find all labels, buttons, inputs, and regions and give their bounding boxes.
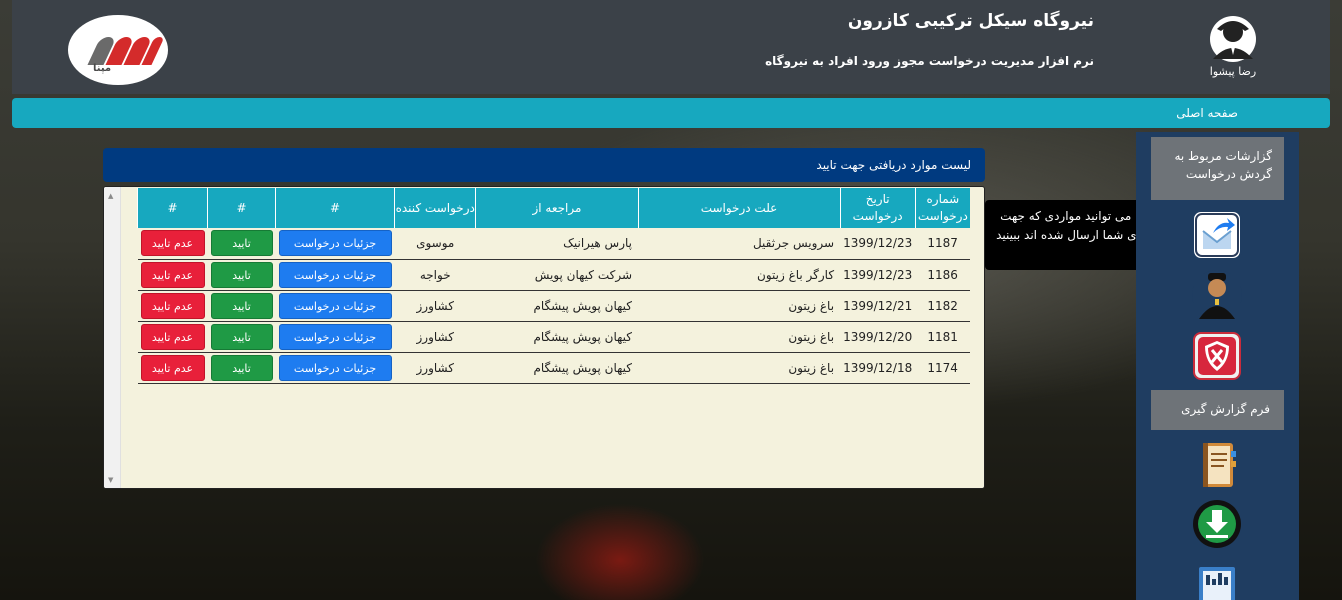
requests-table: شماره درخواست تاریخ درخواست علت درخواست … (136, 188, 970, 384)
panel-title: لیست موارد دریافتی جهت تایید (103, 148, 985, 182)
request-date: 1399/12/23 (840, 259, 916, 291)
requester-name: خواجه (394, 259, 476, 291)
user-name[interactable]: رضا پیشوا (1203, 65, 1263, 78)
table-body: 1187 1399/12/23 سرویس جرثقیل پارس هیرانیک مو… (137, 228, 970, 384)
details-button[interactable]: جزئیات درخواست (278, 323, 392, 350)
notebook-icon[interactable] (1191, 439, 1243, 491)
request-reason: باغ زیتون (638, 321, 841, 353)
report-doc-icon[interactable] (1191, 557, 1243, 600)
sidebar: گزارشات مربوط به گردش درخواست فرم گزارش … (1136, 132, 1299, 600)
request-date: 1399/12/21 (840, 290, 916, 322)
request-reason: کارگر باغ زیتون (638, 259, 841, 291)
details-button[interactable]: جزئیات درخواست (278, 261, 392, 288)
request-date: 1399/12/20 (840, 321, 916, 353)
approve-button-cell: تایید (207, 228, 276, 260)
request-number: 1186 (915, 259, 970, 291)
request-reason: سرویس جرثقیل (638, 228, 841, 260)
reject-button[interactable]: عدم تایید (140, 323, 205, 350)
logo-text: مپنا (93, 63, 112, 74)
request-reason: باغ زیتون (638, 290, 841, 322)
details-button-cell: جزئیات درخواست (275, 352, 395, 384)
requester-name: کشاورز (394, 290, 476, 322)
table-row: 1174 1399/12/18 باغ زیتون کیهان پویش پیشگام… (137, 352, 970, 384)
table-row: 1181 1399/12/20 باغ زیتون کیهان پویش پیشگام… (137, 321, 970, 353)
report-form-button[interactable]: فرم گزارش گیری (1151, 390, 1284, 430)
reject-button-cell: عدم تایید (137, 228, 208, 260)
user-avatar-icon[interactable] (1203, 15, 1263, 63)
referral-from: کیهان پویش پیشگام (475, 352, 638, 384)
col-header: شماره درخواست (914, 188, 970, 228)
col-header: مراجعه از (475, 188, 638, 228)
details-button-cell: جزئیات درخواست (275, 228, 395, 260)
request-number: 1181 (915, 321, 970, 353)
col-header: درخواست کننده (394, 188, 476, 228)
guard-person-icon[interactable] (1191, 269, 1243, 321)
requester-name: موسوی (394, 228, 476, 260)
requester-name: کشاورز (394, 321, 476, 353)
details-button-cell: جزئیات درخواست (275, 290, 395, 322)
approve-button-cell: تایید (207, 321, 276, 353)
app-header: مپنا نیروگاه سیکل ترکیبی کازرون نرم افزا… (12, 0, 1330, 94)
reject-button[interactable]: عدم تایید (140, 230, 205, 257)
main-nav: صفحه اصلی (12, 98, 1330, 128)
approve-button[interactable]: تایید (210, 292, 273, 319)
download-icon[interactable] (1191, 498, 1243, 550)
request-date: 1399/12/18 (840, 352, 916, 384)
referral-from: پارس هیرانیک (475, 228, 638, 260)
vertical-scrollbar[interactable]: ▲ ▼ (104, 187, 121, 488)
approve-button[interactable]: تایید (210, 261, 273, 288)
details-button-cell: جزئیات درخواست (275, 259, 395, 291)
details-button[interactable]: جزئیات درخواست (278, 292, 392, 319)
approve-button-cell: تایید (207, 290, 276, 322)
col-header: # (136, 188, 208, 228)
reject-shield-icon[interactable] (1191, 330, 1243, 382)
scroll-down-arrow-icon[interactable]: ▼ (108, 476, 113, 484)
request-number: 1187 (915, 228, 970, 260)
request-reports-button[interactable]: گزارشات مربوط به گردش درخواست (1151, 137, 1284, 200)
reject-button-cell: عدم تایید (137, 352, 208, 384)
referral-from: شرکت کیهان پویش (475, 259, 638, 291)
page-title: نیروگاه سیکل ترکیبی کازرون (847, 11, 1094, 31)
table-header-row: شماره درخواست تاریخ درخواست علت درخواست … (136, 188, 970, 228)
table-row: 1186 1399/12/23 کارگر باغ زیتون شرکت کیهان … (137, 259, 970, 291)
mapna-logo: مپنا (68, 15, 168, 85)
reject-button[interactable]: عدم تایید (140, 292, 205, 319)
referral-from: کیهان پویش پیشگام (475, 321, 638, 353)
requests-panel: ▲ ▼ شماره درخواست تاریخ درخواست علت درخو… (103, 186, 985, 489)
reject-button-cell: عدم تایید (137, 321, 208, 353)
page-subtitle: نرم افزار مدیریت درخواست مجوز ورود افراد… (765, 54, 1094, 68)
reject-button-cell: عدم تایید (137, 259, 208, 291)
col-header: # (275, 188, 395, 228)
reject-button[interactable]: عدم تایید (140, 354, 205, 381)
scroll-up-arrow-icon[interactable]: ▲ (108, 192, 113, 200)
reject-button[interactable]: عدم تایید (140, 261, 205, 288)
approve-button-cell: تایید (207, 259, 276, 291)
inbox-send-icon[interactable] (1191, 209, 1243, 261)
nav-home-link[interactable]: صفحه اصلی (1176, 106, 1238, 120)
details-button-cell: جزئیات درخواست (275, 321, 395, 353)
approve-button-cell: تایید (207, 352, 276, 384)
table-row: 1182 1399/12/21 باغ زیتون کیهان پویش پیشگام… (137, 290, 970, 322)
approve-button[interactable]: تایید (210, 323, 273, 350)
request-number: 1174 (915, 352, 970, 384)
details-button[interactable]: جزئیات درخواست (278, 230, 392, 257)
approve-button[interactable]: تایید (210, 354, 273, 381)
requester-name: کشاورز (394, 352, 476, 384)
approve-button[interactable]: تایید (210, 230, 273, 257)
request-date: 1399/12/23 (840, 228, 916, 260)
request-number: 1182 (915, 290, 970, 322)
reject-button-cell: عدم تایید (137, 290, 208, 322)
referral-from: کیهان پویش پیشگام (475, 290, 638, 322)
request-reason: باغ زیتون (638, 352, 841, 384)
col-header: # (207, 188, 276, 228)
col-header: علت درخواست (637, 188, 841, 228)
col-header: تاریخ درخواست (839, 188, 916, 228)
table-row: 1187 1399/12/23 سرویس جرثقیل پارس هیرانیک مو… (137, 228, 970, 260)
details-button[interactable]: جزئیات درخواست (278, 354, 392, 381)
